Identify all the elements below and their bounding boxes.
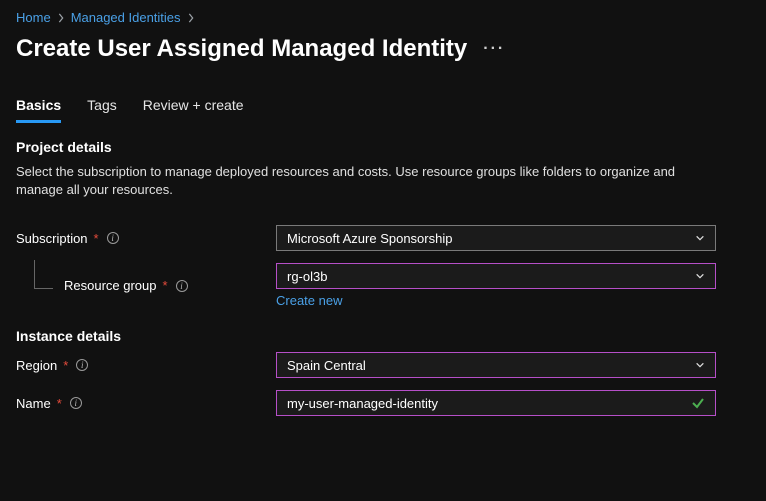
project-details-heading: Project details bbox=[16, 139, 750, 155]
breadcrumb-home[interactable]: Home bbox=[16, 10, 51, 25]
subscription-value: Microsoft Azure Sponsorship bbox=[287, 231, 452, 246]
required-indicator: * bbox=[94, 231, 99, 246]
instance-details-heading: Instance details bbox=[16, 328, 750, 344]
info-icon[interactable]: i bbox=[176, 280, 188, 292]
required-indicator: * bbox=[163, 278, 168, 293]
more-actions-button[interactable]: ··· bbox=[479, 40, 509, 58]
chevron-right-icon bbox=[57, 13, 65, 23]
page-title: Create User Assigned Managed Identity bbox=[16, 35, 467, 63]
subscription-label: Subscription bbox=[16, 231, 88, 246]
name-label: Name bbox=[16, 396, 51, 411]
chevron-down-icon bbox=[695, 360, 705, 370]
chevron-down-icon bbox=[695, 271, 705, 281]
required-indicator: * bbox=[57, 396, 62, 411]
resource-group-row: Resource group * i rg-ol3b Create new bbox=[16, 263, 750, 308]
resource-group-value: rg-ol3b bbox=[287, 269, 327, 284]
create-new-link[interactable]: Create new bbox=[276, 293, 342, 308]
name-input[interactable] bbox=[287, 396, 691, 411]
breadcrumb: Home Managed Identities bbox=[16, 10, 750, 25]
name-row: Name * i bbox=[16, 390, 750, 416]
breadcrumb-managed-identities[interactable]: Managed Identities bbox=[71, 10, 181, 25]
resource-group-label: Resource group bbox=[64, 278, 157, 293]
region-dropdown[interactable]: Spain Central bbox=[276, 352, 716, 378]
required-indicator: * bbox=[63, 358, 68, 373]
info-icon[interactable]: i bbox=[76, 359, 88, 371]
project-details-description: Select the subscription to manage deploy… bbox=[16, 163, 716, 199]
tab-tags[interactable]: Tags bbox=[87, 91, 117, 123]
name-input-wrapper bbox=[276, 390, 716, 416]
page-title-row: Create User Assigned Managed Identity ··… bbox=[16, 35, 750, 63]
chevron-down-icon bbox=[695, 233, 705, 243]
info-icon[interactable]: i bbox=[70, 397, 82, 409]
subscription-dropdown[interactable]: Microsoft Azure Sponsorship bbox=[276, 225, 716, 251]
info-icon[interactable]: i bbox=[107, 232, 119, 244]
tab-review-create[interactable]: Review + create bbox=[143, 91, 244, 123]
chevron-right-icon bbox=[187, 13, 195, 23]
region-value: Spain Central bbox=[287, 358, 366, 373]
region-row: Region * i Spain Central bbox=[16, 352, 750, 378]
resource-group-dropdown[interactable]: rg-ol3b bbox=[276, 263, 716, 289]
subscription-row: Subscription * i Microsoft Azure Sponsor… bbox=[16, 225, 750, 251]
tab-basics[interactable]: Basics bbox=[16, 91, 61, 123]
checkmark-icon bbox=[691, 396, 705, 410]
region-label: Region bbox=[16, 358, 57, 373]
tabs: Basics Tags Review + create bbox=[16, 91, 750, 123]
